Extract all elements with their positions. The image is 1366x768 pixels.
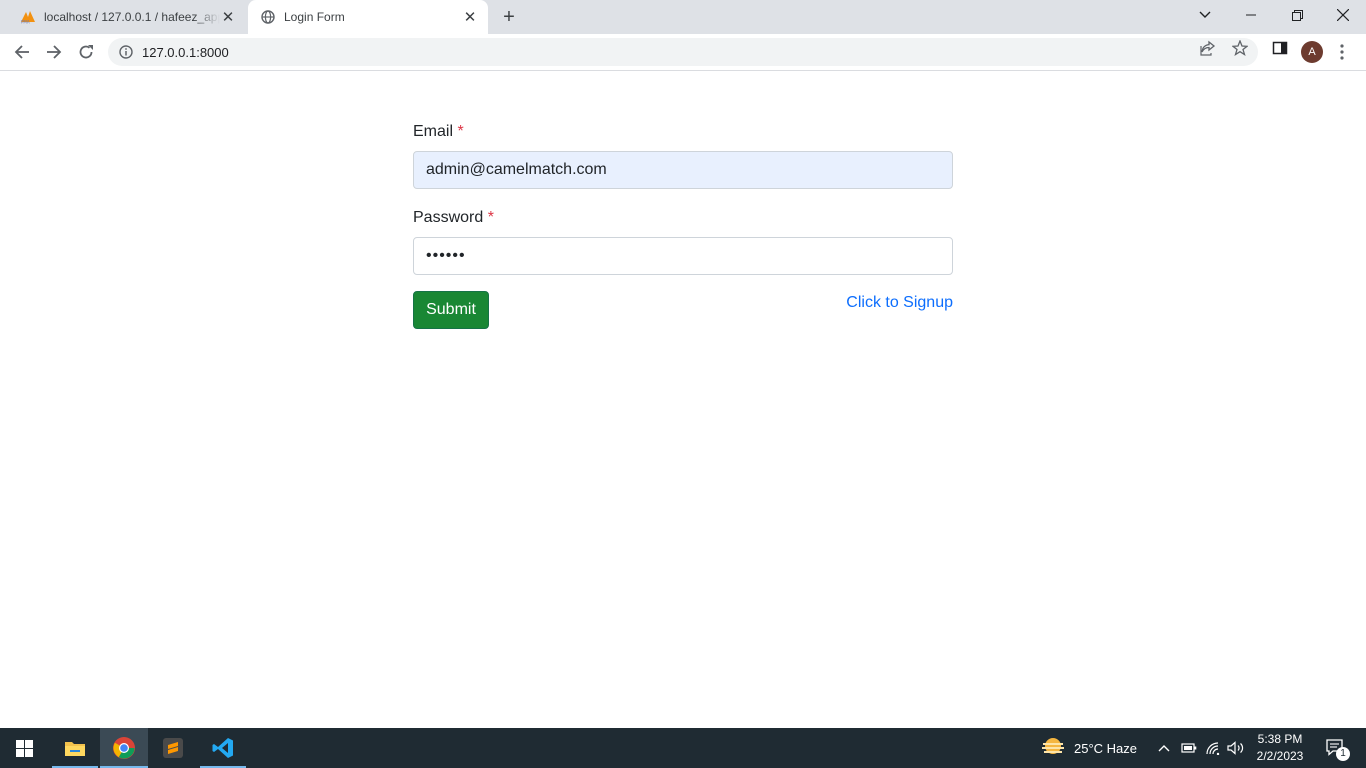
- globe-icon: [260, 9, 276, 25]
- login-form: Email * Password * Submit Click to Signu…: [413, 120, 953, 329]
- password-input[interactable]: [413, 237, 953, 275]
- submit-button[interactable]: Submit: [413, 291, 489, 329]
- share-icon[interactable]: [1200, 40, 1216, 56]
- email-input[interactable]: [413, 151, 953, 189]
- bookmark-star-icon[interactable]: [1232, 40, 1248, 56]
- phpmyadmin-icon: PMA: [20, 9, 36, 25]
- svg-text:PMA: PMA: [21, 20, 30, 25]
- signup-link[interactable]: Click to Signup: [846, 294, 953, 312]
- close-tab-icon[interactable]: ✕: [220, 9, 236, 26]
- tab-title: localhost / 127.0.0.1 / hafeez_app: [44, 10, 220, 24]
- notification-center-button[interactable]: 1: [1320, 728, 1350, 768]
- clock-time: 5:38 PM: [1257, 732, 1303, 746]
- new-tab-button[interactable]: +: [498, 6, 520, 28]
- menu-dots-icon[interactable]: [1334, 40, 1350, 64]
- wifi-icon[interactable]: [1204, 728, 1222, 768]
- browser-toolbar: 127.0.0.1:8000 A: [0, 34, 1366, 71]
- vscode-icon: [212, 738, 233, 758]
- system-clock[interactable]: 5:38 PM 2/2/2023: [1248, 731, 1312, 765]
- url-text: 127.0.0.1:8000: [142, 44, 229, 60]
- folder-icon: [65, 742, 85, 756]
- taskbar: 25°C Haze 5:38 PM 2/2/2023 1: [0, 728, 1366, 768]
- weather-haze-icon[interactable]: [1040, 728, 1066, 768]
- tab-phpmyadmin[interactable]: PMA localhost / 127.0.0.1 / hafeez_app ✕: [8, 0, 246, 34]
- minimize-button[interactable]: [1228, 0, 1274, 30]
- tab-search-icon[interactable]: [1182, 0, 1228, 30]
- file-explorer-button[interactable]: [52, 728, 98, 768]
- required-marker: *: [457, 123, 464, 140]
- close-tab-icon[interactable]: ✕: [462, 9, 478, 26]
- password-label: Password *: [413, 209, 494, 226]
- forward-button[interactable]: [40, 38, 68, 66]
- tab-strip: PMA localhost / 127.0.0.1 / hafeez_app ✕…: [0, 0, 1366, 34]
- tab-title: Login Form: [284, 10, 345, 24]
- battery-icon[interactable]: [1180, 728, 1198, 768]
- vscode-button[interactable]: [200, 728, 246, 768]
- site-info-icon[interactable]: [118, 44, 134, 60]
- reload-button[interactable]: [72, 38, 100, 66]
- clock-date: 2/2/2023: [1256, 749, 1304, 763]
- back-button[interactable]: [8, 38, 36, 66]
- side-panel-icon[interactable]: [1272, 40, 1288, 56]
- form-actions: Submit Click to Signup: [413, 291, 953, 329]
- weather-text[interactable]: 25°C Haze: [1074, 741, 1137, 756]
- notification-count-badge: 1: [1336, 747, 1350, 761]
- chevron-up-icon[interactable]: [1156, 728, 1172, 768]
- close-window-button[interactable]: [1320, 0, 1366, 30]
- restore-button[interactable]: [1274, 0, 1320, 30]
- chrome-taskbar-button[interactable]: [100, 728, 148, 768]
- sublime-icon: [163, 738, 183, 758]
- chrome-icon: [113, 737, 135, 759]
- volume-icon[interactable]: [1226, 728, 1246, 768]
- tab-login-form[interactable]: Login Form ✕: [248, 0, 488, 34]
- start-button[interactable]: [0, 728, 48, 768]
- required-marker: *: [487, 209, 494, 226]
- email-label: Email *: [413, 123, 464, 140]
- profile-avatar[interactable]: A: [1301, 41, 1323, 63]
- address-bar[interactable]: 127.0.0.1:8000: [108, 38, 1258, 66]
- sublime-text-button[interactable]: [150, 728, 196, 768]
